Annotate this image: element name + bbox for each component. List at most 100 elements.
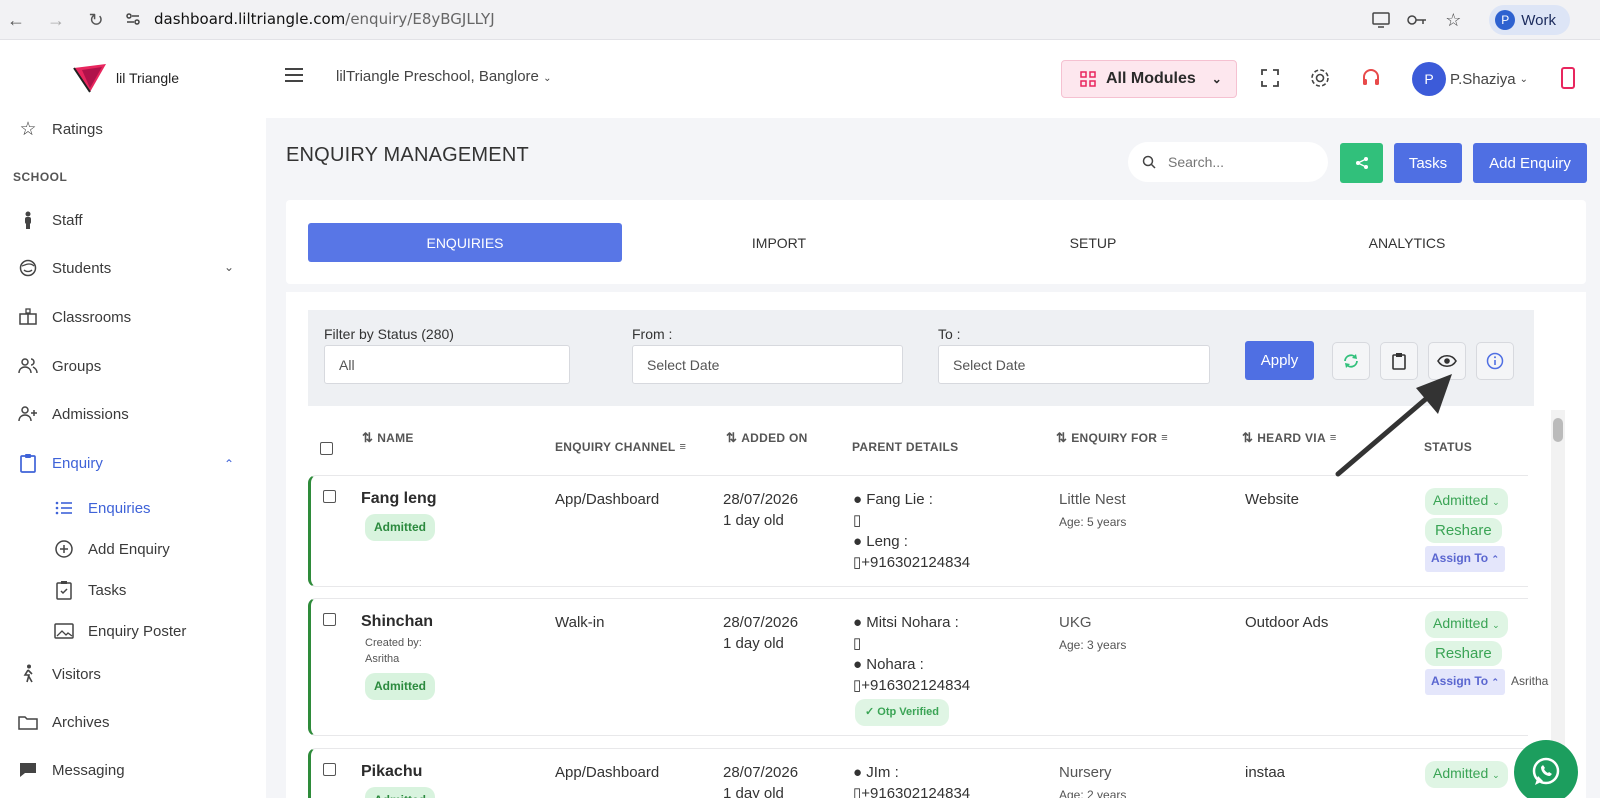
forward-icon[interactable]: → [42, 6, 70, 34]
plus-circle-icon [54, 539, 74, 559]
sidebar-item-enquiries[interactable]: Enquiries [54, 498, 151, 518]
headset-icon[interactable] [1359, 66, 1383, 90]
child-age: Age: 5 years [1059, 515, 1127, 529]
scrollbar-thumb[interactable] [1553, 418, 1563, 442]
table-row[interactable]: Pikachu Admitted App/Dashboard 28/07/202… [308, 748, 1528, 798]
parent-1-phone: ▯ [853, 633, 861, 654]
parent-1-phone: ▯+916302124834 [853, 783, 970, 798]
whatsapp-button[interactable] [1514, 740, 1578, 798]
row-checkbox[interactable] [323, 490, 336, 503]
add-enquiry-button[interactable]: Add Enquiry [1473, 143, 1587, 183]
column-name[interactable]: ⇅ NAME [362, 430, 414, 446]
status-dropdown[interactable]: Admitted ⌄ [1425, 611, 1508, 638]
search-box[interactable] [1128, 142, 1328, 182]
filter-icon[interactable]: ≡ [680, 441, 687, 453]
sidebar-item-archives[interactable]: Archives [18, 712, 110, 732]
to-date-input[interactable]: Select Date [938, 345, 1210, 384]
search-input[interactable] [1168, 154, 1308, 170]
annotation-arrow [1335, 374, 1452, 477]
row-checkbox[interactable] [323, 613, 336, 626]
info-button[interactable] [1476, 342, 1514, 380]
chat-icon [18, 760, 38, 780]
profile-button[interactable]: P Work [1489, 5, 1570, 35]
status-badge: Admitted [365, 787, 435, 798]
tasks-button[interactable]: Tasks [1394, 143, 1462, 183]
reload-icon[interactable]: ↻ [82, 6, 110, 34]
address-bar[interactable]: dashboard.liltriangle.com/enquiry/E8yBGJ… [124, 4, 1424, 34]
enquiry-name[interactable]: Pikachu [361, 761, 422, 782]
enquiry-name[interactable]: Shinchan [361, 611, 433, 632]
tab-import[interactable]: IMPORT [622, 223, 936, 262]
select-all-checkbox[interactable] [320, 442, 333, 455]
parent-2-phone: ▯+916302124834 [853, 677, 971, 694]
apply-button[interactable]: Apply [1245, 341, 1314, 380]
column-enquiry-channel[interactable]: ENQUIRY CHANNEL ≡ [555, 440, 686, 454]
table-row[interactable]: Shinchan Created by: Asritha Admitted Wa… [308, 598, 1548, 736]
column-added-on[interactable]: ⇅ ADDED ON [726, 430, 808, 446]
group-icon [18, 356, 38, 376]
status-dropdown[interactable]: Admitted ⌄ [1425, 761, 1508, 788]
task-icon [54, 580, 74, 600]
mobile-icon[interactable] [1556, 66, 1580, 90]
row-checkbox[interactable] [323, 763, 336, 776]
filter-icon[interactable]: ≡ [1161, 432, 1168, 444]
chevron-up-icon[interactable]: ⌃ [224, 457, 234, 471]
parent-icon: ● [853, 491, 863, 508]
logo[interactable]: lil Triangle [72, 62, 179, 94]
heard-via: Website [1245, 491, 1299, 508]
chevron-down-icon[interactable]: ⌄ [224, 260, 234, 274]
sidebar-item-messaging[interactable]: Messaging [18, 760, 125, 780]
reshare-button[interactable]: Reshare [1425, 641, 1502, 666]
menu-toggle-icon[interactable] [285, 68, 303, 86]
tab-enquiries[interactable]: ENQUIRIES [308, 223, 622, 262]
sidebar-item-groups[interactable]: Groups [18, 356, 101, 376]
user-menu[interactable]: P P.Shaziya ⌄ [1412, 62, 1528, 96]
url-text: dashboard.liltriangle.com/enquiry/E8yBGJ… [154, 10, 495, 28]
enquiry-channel: App/Dashboard [555, 491, 660, 508]
fullscreen-icon[interactable] [1258, 66, 1282, 90]
cast-icon[interactable] [1363, 11, 1399, 29]
school-selector[interactable]: lilTriangle Preschool, Banglore ⌄ [336, 68, 551, 85]
sidebar-item-admissions[interactable]: Admissions [18, 404, 129, 424]
sort-icon: ⇅ [726, 430, 738, 445]
enquiry-channel: Walk-in [555, 614, 605, 631]
share-button[interactable] [1340, 143, 1383, 183]
sidebar-item-tasks[interactable]: Tasks [54, 580, 126, 600]
table-row[interactable]: Fang leng Admitted App/Dashboard 28/07/2… [308, 475, 1528, 587]
phone-icon: ▯ [853, 635, 862, 652]
password-key-icon[interactable] [1399, 13, 1435, 27]
all-modules-button[interactable]: All Modules ⌄ [1061, 60, 1237, 98]
status-badge: Admitted [365, 673, 435, 700]
sidebar-item-staff[interactable]: Staff [18, 210, 83, 230]
parent-1: ● JIm : [853, 764, 899, 781]
column-enquiry-for[interactable]: ⇅ ENQUIRY FOR ≡ [1056, 430, 1168, 446]
tab-setup[interactable]: SETUP [936, 223, 1250, 262]
bookmark-star-icon[interactable]: ☆ [1435, 10, 1471, 31]
status-filter-select[interactable]: All [324, 345, 570, 384]
walk-icon [18, 664, 38, 684]
created-by: Asritha [365, 653, 400, 665]
sidebar-item-enquiry-poster[interactable]: Enquiry Poster [54, 621, 186, 641]
sidebar-item-students[interactable]: Students [18, 258, 111, 278]
list-icon [54, 498, 74, 518]
site-settings-icon[interactable] [124, 10, 142, 28]
assign-to-button[interactable]: Assign To ⌃ [1425, 669, 1506, 695]
info-icon [1486, 352, 1504, 370]
sidebar-item-enquiry[interactable]: Enquiry [18, 453, 103, 473]
tab-analytics[interactable]: ANALYTICS [1250, 223, 1564, 262]
avatar: P [1412, 62, 1446, 96]
sidebar-item-classrooms[interactable]: Classrooms [18, 307, 131, 327]
sidebar-item-add-enquiry[interactable]: Add Enquiry [54, 539, 170, 559]
logo-icon [73, 64, 106, 93]
enquiry-name[interactable]: Fang leng [361, 488, 437, 509]
phone-icon: ▯ [853, 512, 862, 529]
sidebar-item-ratings[interactable]: ☆ Ratings [18, 119, 102, 140]
column-heard-via[interactable]: ⇅ HEARD VIA ≡ [1242, 430, 1337, 446]
back-icon[interactable]: ← [2, 6, 30, 34]
reshare-button[interactable]: Reshare [1425, 518, 1502, 543]
sidebar-item-visitors[interactable]: Visitors [18, 664, 101, 684]
assign-to-button[interactable]: Assign To ⌃ [1425, 546, 1506, 572]
from-date-input[interactable]: Select Date [632, 345, 903, 384]
status-dropdown[interactable]: Admitted ⌄ [1425, 488, 1508, 515]
gear-icon[interactable] [1308, 66, 1332, 90]
